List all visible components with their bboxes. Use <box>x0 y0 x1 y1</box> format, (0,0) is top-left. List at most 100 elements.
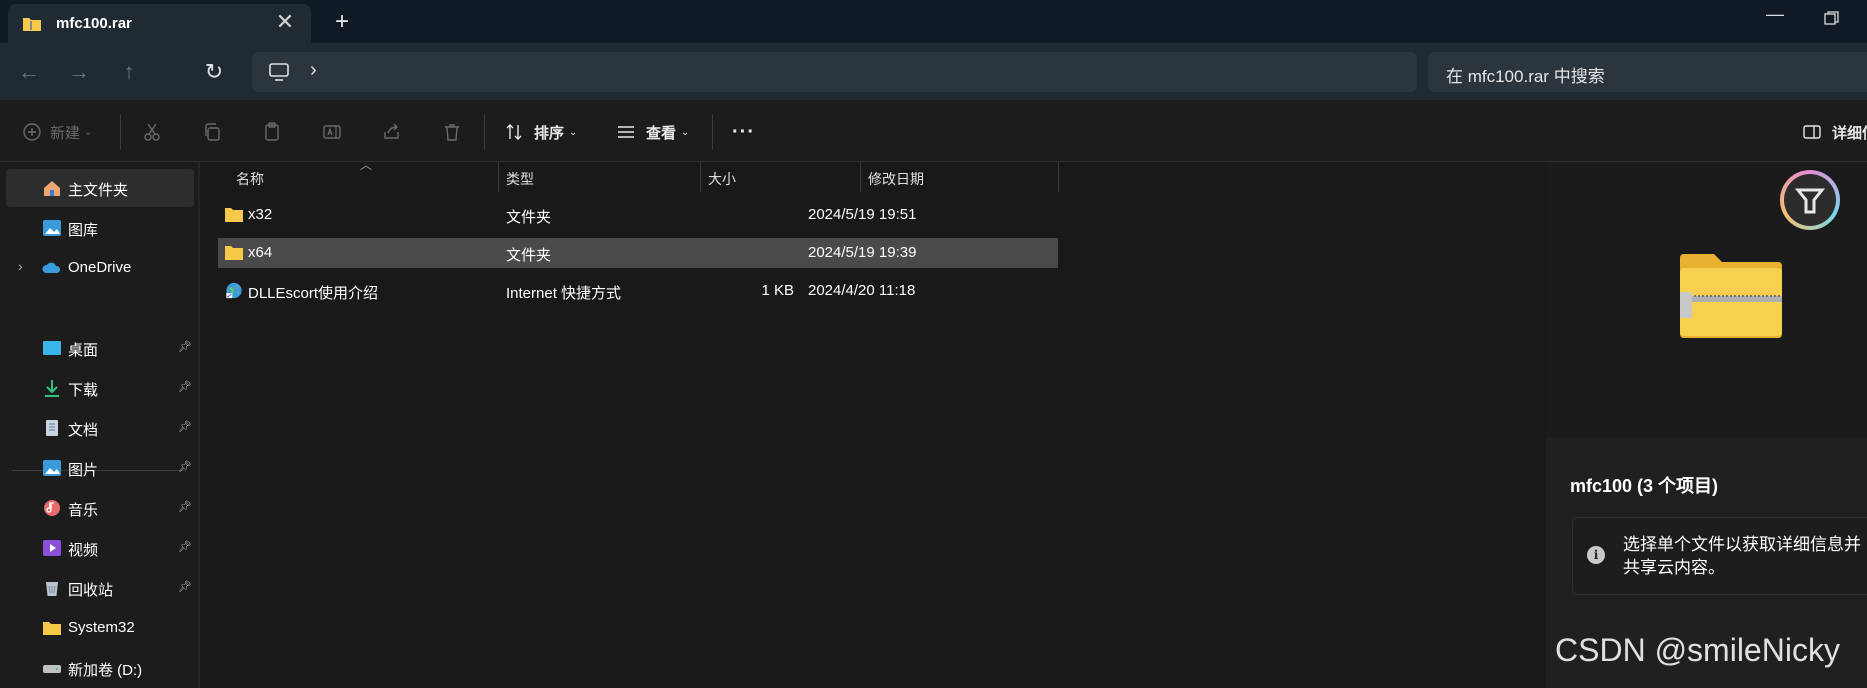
scissors-icon <box>144 123 160 141</box>
sidebar-item-videos[interactable]: 视频 📌︎ <box>6 529 194 567</box>
sidebar-item-recycle-bin[interactable]: 回收站 📌︎ <box>6 569 194 607</box>
share-button[interactable] <box>382 118 402 146</box>
back-button[interactable]: ← <box>14 57 44 87</box>
recycle-bin-icon <box>46 582 58 596</box>
file-type: Internet 快捷方式 <box>506 285 622 302</box>
file-name: x64 <box>248 244 273 261</box>
forward-button[interactable]: → <box>64 57 94 87</box>
sidebar-item-label: 文档 <box>68 422 99 439</box>
zip-folder-icon <box>1680 254 1782 338</box>
internet-shortcut-icon <box>226 282 242 299</box>
rename-button[interactable] <box>322 118 342 146</box>
column-header-label: 大小 <box>708 171 736 187</box>
restore-window-icon[interactable] <box>1815 8 1845 30</box>
details-title: mfc100 (3 个项目) <box>1570 476 1719 496</box>
chevron-down-icon: ⌄ <box>569 126 578 138</box>
column-divider[interactable] <box>1058 162 1059 192</box>
folder-icon <box>225 208 243 222</box>
refresh-button[interactable]: ↻ <box>199 57 229 87</box>
file-row[interactable]: x32 文件夹 2024/5/19 19:51 <box>218 200 1058 230</box>
divider <box>712 114 713 150</box>
avatar-inner <box>1784 174 1836 226</box>
sidebar-item-pictures[interactable]: 图片 📌︎ <box>6 449 194 487</box>
close-tab-icon[interactable]: ✕ <box>273 10 297 34</box>
details-label: 详细信息 <box>1832 124 1867 142</box>
minimize-button[interactable]: — <box>1760 4 1790 32</box>
address-bar[interactable]: › <box>252 52 1417 92</box>
column-divider[interactable] <box>498 162 499 192</box>
column-divider[interactable] <box>860 162 861 192</box>
pin-icon[interactable]: 📌︎ <box>178 340 192 354</box>
divider <box>120 114 121 150</box>
file-modified: 2024/4/20 11:18 <box>808 282 916 299</box>
sidebar-item-home[interactable]: 主文件夹 <box>6 169 194 207</box>
column-header-size[interactable]: 大小 <box>708 162 858 192</box>
delete-button[interactable] <box>442 118 462 146</box>
sidebar-item-label: System32 <box>68 619 135 636</box>
column-header-name[interactable]: 名称 <box>236 162 498 192</box>
sidebar-item-desktop[interactable]: 桌面 📌︎ <box>6 329 194 367</box>
pin-icon[interactable]: 📌︎ <box>178 460 192 474</box>
copy-icon <box>205 123 220 141</box>
breadcrumb-chevron-icon[interactable]: › <box>310 59 317 82</box>
sidebar-item-label: 新加卷 (D:) <box>68 662 143 679</box>
view-button[interactable]: 查看 ⌄ <box>616 118 689 146</box>
desktop-icon <box>43 341 61 355</box>
new-tab-button[interactable]: + <box>330 8 354 36</box>
cut-button[interactable] <box>142 118 162 146</box>
chevron-right-icon[interactable]: › <box>18 258 23 274</box>
column-header-modified[interactable]: 修改日期 <box>868 162 1058 192</box>
sidebar-item-drive-d[interactable]: 新加卷 (D:) <box>6 649 194 687</box>
folder-icon <box>225 246 243 260</box>
new-label: 新建 <box>50 124 81 142</box>
sidebar-item-downloads[interactable]: 下载 📌︎ <box>6 369 194 407</box>
this-pc-icon[interactable] <box>268 62 290 82</box>
file-type: 文件夹 <box>506 209 552 226</box>
sort-icon <box>506 124 522 140</box>
chevron-down-icon: ⌄ <box>681 126 690 138</box>
column-header-label: 修改日期 <box>868 171 924 187</box>
more-options-button[interactable]: ··· <box>732 118 755 146</box>
sidebar-item-music[interactable]: 音乐 📌︎ <box>6 489 194 527</box>
copy-button[interactable] <box>202 118 222 146</box>
file-size: 1 KB <box>761 282 794 299</box>
pin-icon[interactable]: 📌︎ <box>178 380 192 394</box>
file-type: 文件夹 <box>506 247 552 264</box>
sidebar-item-label: 桌面 <box>68 342 99 359</box>
gallery-icon <box>43 220 61 236</box>
account-avatar[interactable] <box>1780 170 1840 230</box>
info-icon: i <box>1587 546 1605 564</box>
video-icon <box>43 540 61 556</box>
sidebar-item-system32[interactable]: System32 <box>6 609 194 647</box>
pin-icon[interactable]: 📌︎ <box>178 500 192 514</box>
column-divider[interactable] <box>700 162 701 192</box>
details-pane-button[interactable]: 详细信息 <box>1802 118 1867 146</box>
navigation-bar: ← → ↑ ↻ › 在 mfc100.rar 中搜索 <box>0 43 1867 100</box>
tab-mfc100[interactable]: mfc100.rar ✕ <box>8 4 311 43</box>
folder-icon <box>43 622 61 635</box>
zip-folder-icon <box>23 18 41 31</box>
pin-icon[interactable]: 📌︎ <box>178 580 192 594</box>
details-pane: mfc100 (3 个项目) i 选择单个文件以获取详细信息并 共享云内容。 <box>1546 162 1867 688</box>
sidebar-item-gallery[interactable]: 图库 <box>6 209 194 247</box>
up-button[interactable]: ↑ <box>114 57 144 87</box>
sidebar-item-onedrive[interactable]: › OneDrive <box>6 249 194 287</box>
file-name: x32 <box>248 206 273 223</box>
column-header-type[interactable]: 类型 <box>506 162 702 192</box>
share-icon <box>384 123 399 139</box>
sidebar-item-documents[interactable]: 文档 📌︎ <box>6 409 194 447</box>
details-preview <box>1546 162 1867 437</box>
pin-icon[interactable]: 📌︎ <box>178 420 192 434</box>
paste-button[interactable] <box>262 118 282 146</box>
pin-icon[interactable]: 📌︎ <box>178 540 192 554</box>
details-pane-icon <box>1803 125 1821 139</box>
search-placeholder: 在 mfc100.rar 中搜索 <box>1446 67 1605 86</box>
search-input[interactable]: 在 mfc100.rar 中搜索 <box>1428 52 1867 92</box>
file-row[interactable]: x64 文件夹 2024/5/19 19:39 <box>218 238 1058 268</box>
music-icon <box>44 500 60 516</box>
sort-button[interactable]: 排序 ⌄ <box>504 118 577 146</box>
new-button[interactable]: 新建 ⌄ <box>22 118 92 146</box>
document-icon <box>46 420 58 436</box>
navigation-pane: 主文件夹 图库 › OneDrive 桌面 📌︎ 下载 📌︎ 文档 📌︎ 图片 … <box>0 162 198 688</box>
file-row[interactable]: DLLEscort使用介绍 Internet 快捷方式 1 KB 2024/4/… <box>218 276 1058 306</box>
